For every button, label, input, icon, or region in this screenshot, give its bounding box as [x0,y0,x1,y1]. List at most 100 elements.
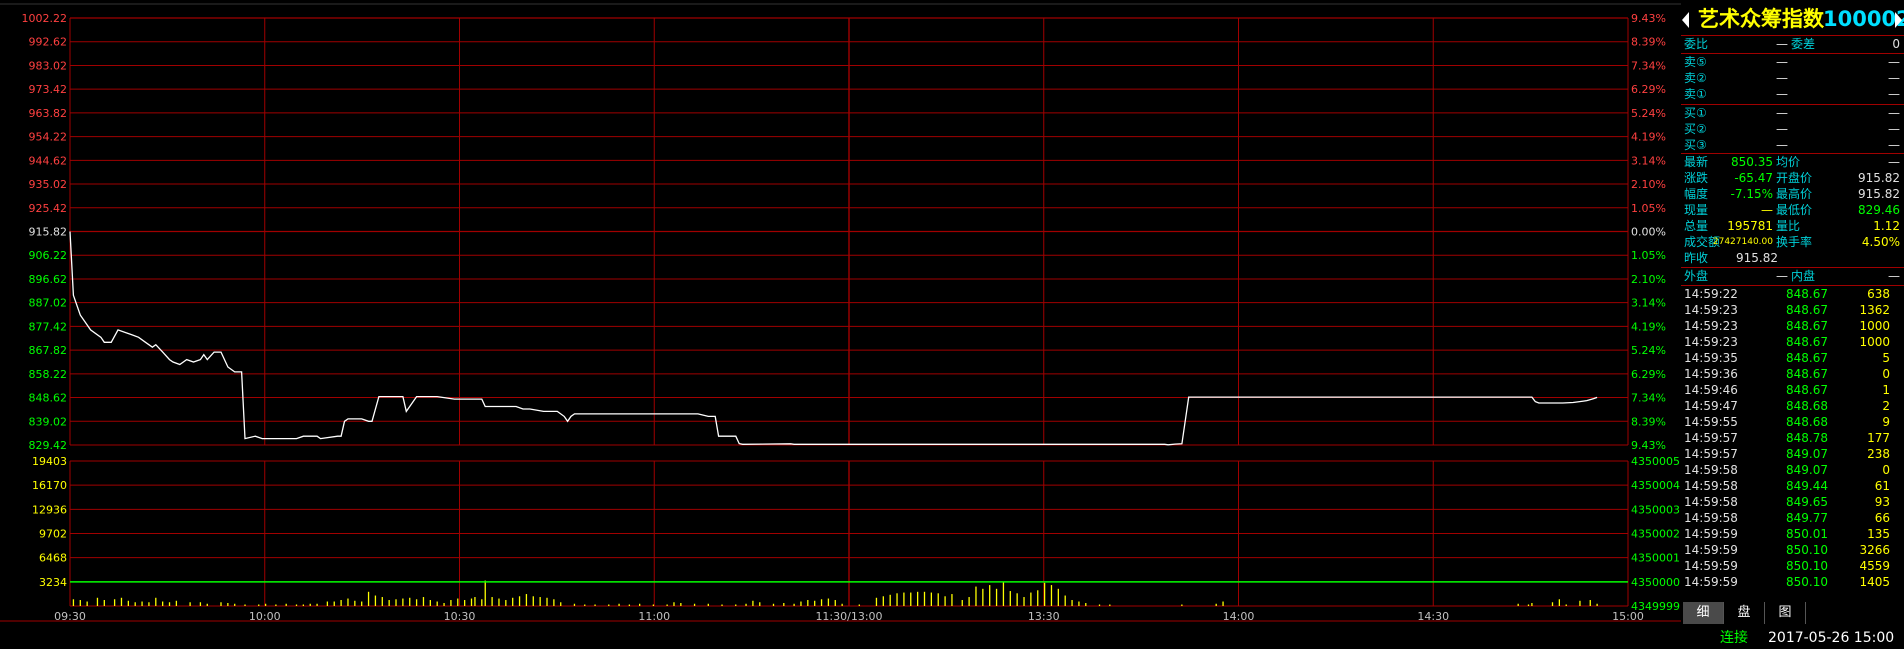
time-tick-label: 14:30 [1417,610,1449,623]
price-tick-label: 829.42 [29,439,68,452]
tick-row: 14:59:23 848.67 1362 [1681,302,1904,318]
tick-row: 14:59:57 848.78 177 [1681,430,1904,446]
tick-volume: 177 [1867,431,1890,445]
tick-price: 848.67 [1786,335,1828,349]
tick-row: 14:59:58 849.44 61 [1681,478,1904,494]
stat-label: 涨跌 [1684,171,1709,185]
buy-price: — [1776,122,1788,136]
tick-time: 14:59:36 [1684,367,1738,381]
next-stock-arrow-icon[interactable] [1895,12,1902,28]
weibi-label: 委比 [1684,37,1709,51]
outer-inner-row: 外盘 — 内盘 — [1681,268,1904,284]
weibi-row: 委比 — 委差 0 [1681,36,1904,52]
price-tick-label: 915.82 [29,226,68,239]
tick-row: 14:59:55 848.68 9 [1681,414,1904,430]
tick-list[interactable]: 14:59:22 848.67 638 14:59:23 848.67 1362 14:59… [1681,286,1904,590]
tick-time: 14:59:22 [1684,287,1738,301]
tick-price: 850.10 [1786,575,1828,589]
price-tick-label: 954.22 [29,131,68,144]
pct-tick-label: 1.05% [1631,249,1666,262]
weibi-value: — [1776,37,1788,51]
sell-volume: — [1888,71,1900,85]
tick-row: 14:59:35 848.67 5 [1681,350,1904,366]
prev-close-value: 915.82 [1736,251,1778,265]
tick-price: 848.67 [1786,303,1828,317]
inner-value: — [1888,269,1900,283]
weicha-value: 0 [1892,37,1900,51]
tick-volume: 3266 [1859,543,1890,557]
stat-value: 915.82 [1858,187,1900,201]
buy-volume: — [1888,138,1900,152]
volume-ref-tick-label: 4350004 [1631,479,1680,492]
tick-time: 14:59:59 [1684,575,1738,589]
price-tick-label: 1002.22 [22,12,68,25]
quote-stats: 最新 850.35 均价 — 涨跌 -65.47 开盘价 915.82 幅度 -7.15% 最高… [1681,154,1904,266]
tick-price: 849.44 [1786,479,1828,493]
pct-tick-label: 5.24% [1631,107,1666,120]
buy-volume: — [1888,106,1900,120]
stat-label: 换手率 [1776,235,1813,249]
tick-volume: 0 [1882,463,1890,477]
intraday-chart[interactable]: 1002.22 992.62 983.02 973.42 963.82 954.22 944… [0,0,1904,649]
price-tick-label: 877.42 [29,320,68,333]
pct-tick-label: 8.39% [1631,415,1666,428]
tick-price: 848.67 [1786,383,1828,397]
tick-price: 850.10 [1786,559,1828,573]
volume-tick-label: 12936 [32,503,67,516]
tick-volume: 4559 [1859,559,1890,573]
tick-row: 14:59:57 849.07 238 [1681,446,1904,462]
tick-time: 14:59:58 [1684,463,1738,477]
tab-orderbook[interactable]: 盘 [1724,602,1765,624]
price-tick-label: 867.82 [29,344,68,357]
prev-stock-arrow-icon[interactable] [1682,12,1689,28]
sell-price: — [1776,87,1788,101]
tick-price: 848.67 [1786,319,1828,333]
volume-tick-label: 9702 [39,528,67,541]
tick-price: 848.68 [1786,415,1828,429]
stat-value: — [1888,155,1900,169]
tick-time: 14:59:55 [1684,415,1738,429]
quote-panel: 艺术众筹指数 100002 委比 — 委差 0 卖⑤ — — 卖② — — 卖① — — 买… [1681,0,1904,649]
tick-price: 849.65 [1786,495,1828,509]
sell-volume: — [1888,87,1900,101]
tick-row: 14:59:59 850.10 1405 [1681,574,1904,590]
status-bar: 连接 2017-05-26 15:00 [1720,627,1904,649]
buy-label: 买② [1684,122,1707,136]
pct-tick-label: 8.39% [1631,36,1666,49]
tab-chart[interactable]: 图 [1765,602,1806,624]
sell-label: 卖⑤ [1684,55,1707,69]
pct-tick-label: 9.43% [1631,439,1666,452]
pct-tick-label: 3.14% [1631,297,1666,310]
tab-detail[interactable]: 细 [1683,602,1724,624]
pct-tick-label: 5.24% [1631,344,1666,357]
volume-ref-tick-label: 4350001 [1631,552,1680,565]
tick-volume: 1000 [1859,319,1890,333]
tick-row: 14:59:22 848.67 638 [1681,286,1904,302]
tick-volume: 5 [1882,351,1890,365]
tick-time: 14:59:59 [1684,559,1738,573]
volume-ref-tick-label: 4350000 [1631,576,1680,589]
outer-value: — [1776,269,1788,283]
time-tick-label: 11:30/13:00 [815,610,882,623]
axis-labels: 1002.22 992.62 983.02 973.42 963.82 954.22 944… [22,12,1681,623]
tick-row: 14:59:58 849.65 93 [1681,494,1904,510]
buy-label: 买③ [1684,138,1707,152]
tick-volume: 0 [1882,367,1890,381]
time-tick-label: 14:00 [1223,610,1255,623]
chart-grid [0,3,1681,622]
stat-label: 幅度 [1684,187,1709,201]
time-tick-label: 09:30 [54,610,86,623]
tick-volume: 61 [1874,479,1890,493]
tick-volume: 1000 [1859,335,1890,349]
connection-status[interactable]: 连接 [1720,627,1748,649]
prev-close-label: 昨收 [1684,251,1709,265]
volume-tick-label: 19403 [32,455,67,468]
tick-row: 14:59:23 848.67 1000 [1681,334,1904,350]
stat-label: 总量 [1684,219,1709,233]
stat-label: 开盘价 [1776,171,1813,185]
stat-value: -65.47 [1734,171,1773,185]
tick-row: 14:59:47 848.68 2 [1681,398,1904,414]
stat-value: 27427140.00 [1712,237,1773,247]
stat-value: 850.35 [1731,155,1773,169]
index-name: 艺术众筹指数 [1698,7,1824,31]
